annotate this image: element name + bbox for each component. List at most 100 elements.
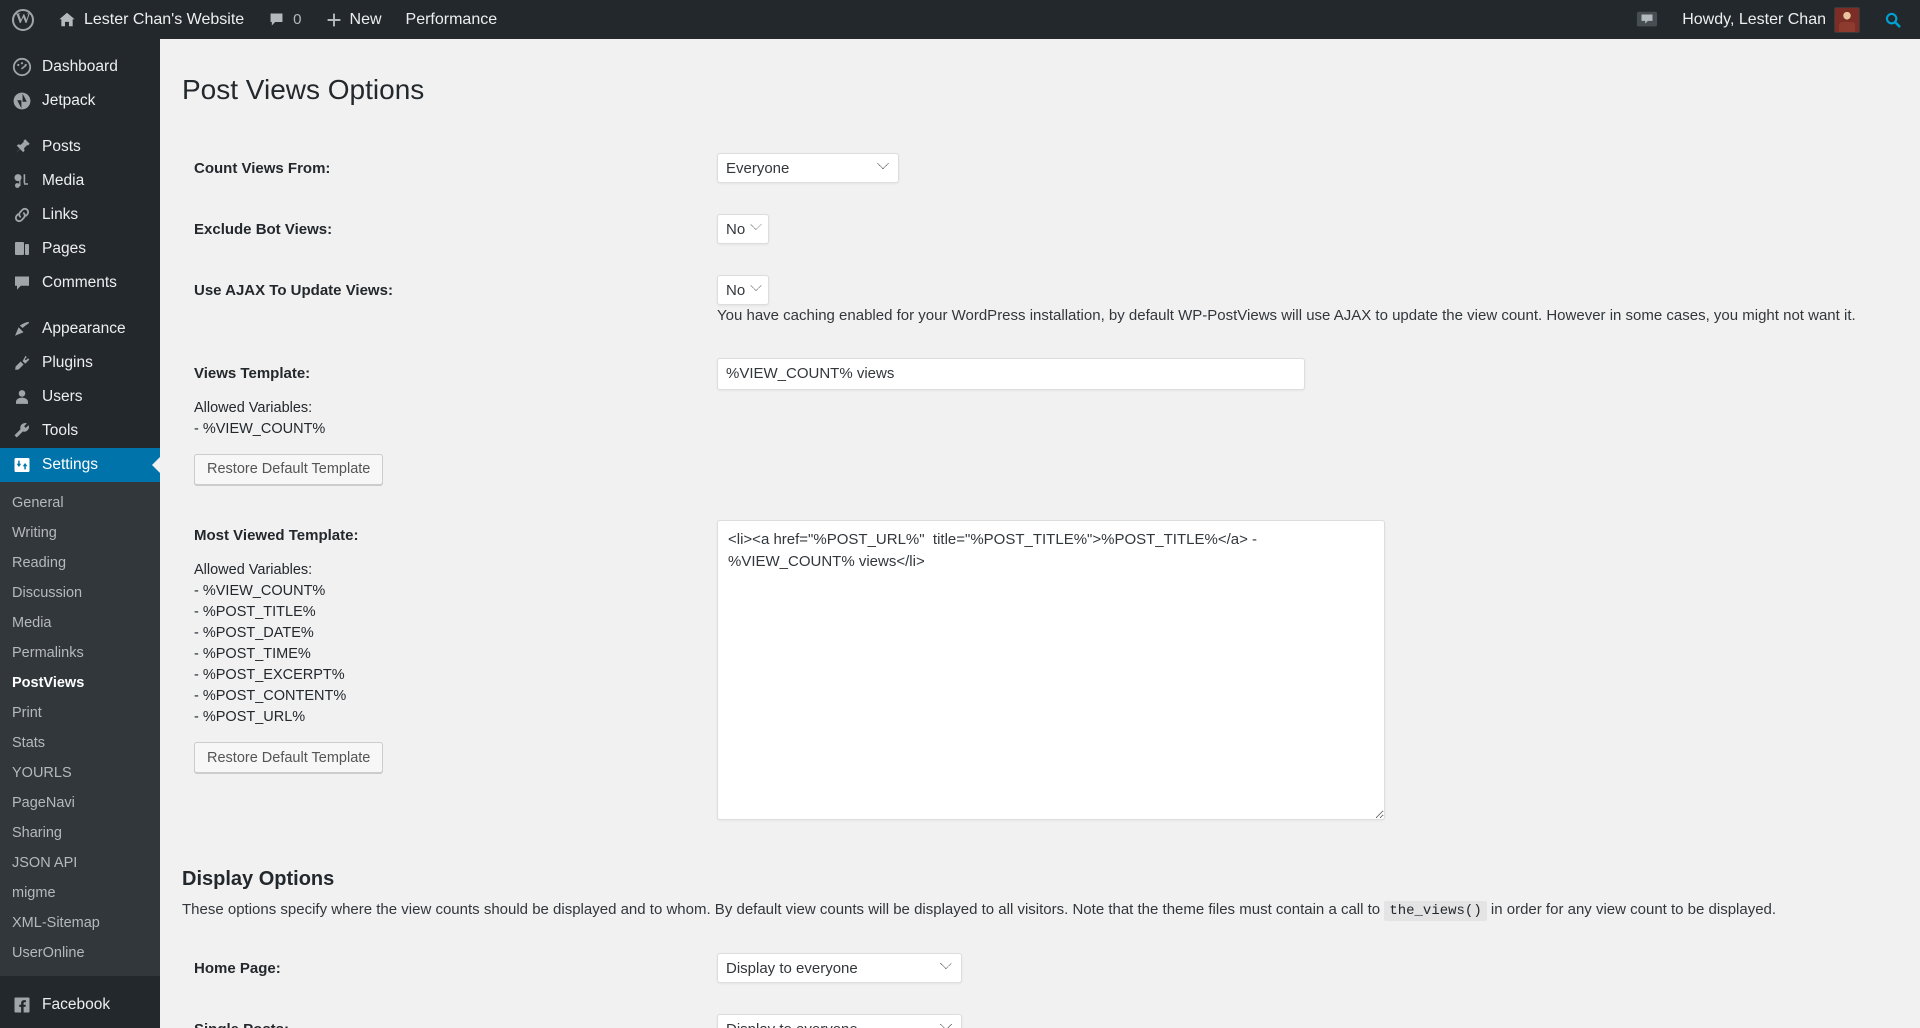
post-views-options-table: Count Views From: Everyone Exclude Bot V…: [182, 138, 1900, 842]
wp-logo-menu[interactable]: W: [0, 0, 46, 39]
sidebar-item-tools[interactable]: Tools: [0, 414, 160, 448]
submenu-item-migme[interactable]: migme: [0, 878, 160, 908]
most-viewed-allowed-title: Allowed Variables:: [194, 561, 313, 578]
sidebar-item-label: Appearance: [42, 320, 126, 337]
submenu-item-postviews[interactable]: PostViews: [0, 668, 160, 698]
wrench-icon: [12, 421, 32, 441]
submenu-item-general[interactable]: General: [0, 488, 160, 518]
submenu-item-reading[interactable]: Reading: [0, 548, 160, 578]
sidebar-item-links[interactable]: Links: [0, 198, 160, 232]
pages-icon: [12, 239, 32, 259]
pin-icon: [12, 137, 32, 157]
sidebar-item-label: Media: [42, 172, 85, 189]
field-views-template: [707, 343, 1900, 505]
submenu-item-stats[interactable]: Stats: [0, 728, 160, 758]
submenu-item-useronline[interactable]: UserOnline: [0, 938, 160, 968]
use-ajax-help-text: You have caching enabled for your WordPr…: [717, 307, 1856, 325]
appearance-brush-icon: [12, 319, 32, 339]
user-icon: [12, 387, 32, 407]
home-page-select[interactable]: Display to everyone: [717, 953, 962, 984]
screen-bubble-icon: [1636, 10, 1658, 30]
comments-count: 0: [293, 11, 302, 28]
admin-bar: W Lester Chan's Website 0 New Performanc…: [0, 0, 1920, 39]
the-views-code: the_views(): [1384, 901, 1487, 922]
most-viewed-var: - %POST_DATE%: [194, 624, 314, 641]
submenu-item-xml-sitemap[interactable]: XML-Sitemap: [0, 908, 160, 938]
count-views-from-select[interactable]: Everyone: [717, 153, 899, 184]
site-name-label: Lester Chan's Website: [84, 10, 245, 28]
new-label: New: [349, 10, 382, 28]
label-single-posts: Single Posts:: [182, 999, 707, 1028]
row-home-page: Home Page: Display to everyone: [182, 938, 1900, 999]
sidebar-item-label: Jetpack: [42, 92, 96, 109]
new-content-menu[interactable]: New: [314, 0, 394, 39]
menu-divider: [0, 1022, 160, 1028]
sidebar-item-label: Comments: [42, 274, 117, 291]
my-account-menu[interactable]: Howdy, Lester Chan: [1670, 0, 1872, 39]
sidebar-item-label: Posts: [42, 138, 81, 155]
performance-label: Performance: [405, 10, 498, 28]
search-button[interactable]: [1872, 0, 1920, 39]
use-ajax-select[interactable]: No: [717, 275, 769, 306]
sidebar-item-users[interactable]: Users: [0, 380, 160, 414]
field-single-posts: Display to everyone: [707, 999, 1900, 1028]
sidebar-item-comments[interactable]: Comments: [0, 266, 160, 300]
page-title: Post Views Options: [182, 74, 425, 105]
restore-views-template-button[interactable]: Restore Default Template: [194, 453, 384, 485]
submenu-item-sharing[interactable]: Sharing: [0, 818, 160, 848]
exclude-bot-views-select[interactable]: No: [717, 214, 769, 245]
submenu-item-permalinks[interactable]: Permalinks: [0, 638, 160, 668]
submenu-item-media[interactable]: Media: [0, 608, 160, 638]
sidebar-item-settings[interactable]: Settings: [0, 448, 160, 482]
sidebar-item-label: Pages: [42, 240, 86, 257]
wordpress-logo-icon: W: [12, 8, 34, 31]
admin-content-area: Post Views Options Count Views From: Eve…: [160, 39, 1920, 1028]
avatar: [1834, 6, 1860, 33]
views-template-title: Views Template:: [194, 364, 311, 382]
media-icon: [12, 171, 32, 191]
settings-wrap: Post Views Options Count Views From: Eve…: [160, 39, 1920, 1028]
sidebar-item-label: Dashboard: [42, 58, 118, 75]
performance-menu[interactable]: Performance: [394, 0, 510, 39]
most-viewed-var: - %POST_TITLE%: [194, 603, 316, 620]
sidebar-item-facebook[interactable]: Facebook: [0, 988, 160, 1022]
submenu-item-writing[interactable]: Writing: [0, 518, 160, 548]
single-posts-select[interactable]: Display to everyone: [717, 1014, 962, 1028]
link-icon: [12, 205, 32, 225]
row-use-ajax: Use AJAX To Update Views: No You have ca…: [182, 260, 1900, 343]
settings-submenu: General Writing Reading Discussion Media…: [0, 482, 160, 976]
sidebar-item-plugins[interactable]: Plugins: [0, 346, 160, 380]
most-viewed-var: - %POST_URL%: [194, 709, 306, 726]
submenu-item-discussion[interactable]: Discussion: [0, 578, 160, 608]
dashboard-icon: [12, 57, 32, 77]
submenu-item-print[interactable]: Print: [0, 698, 160, 728]
sidebar-item-dashboard[interactable]: Dashboard: [0, 50, 160, 84]
sidebar-item-appearance[interactable]: Appearance: [0, 312, 160, 346]
submenu-item-pagenavi[interactable]: PageNavi: [0, 788, 160, 818]
views-template-input[interactable]: [717, 357, 1305, 390]
comments-menu[interactable]: 0: [256, 0, 313, 39]
submenu-item-yourls[interactable]: YOURLS: [0, 758, 160, 788]
jetpack-icon: [12, 91, 32, 111]
sidebar-item-label: Facebook: [42, 996, 111, 1013]
sidebar-item-label: Tools: [42, 422, 79, 439]
submenu-item-json-api[interactable]: JSON API: [0, 848, 160, 878]
sidebar-item-posts[interactable]: Posts: [0, 130, 160, 164]
notifications-menu[interactable]: [1624, 0, 1670, 39]
sidebar-item-label: Plugins: [42, 354, 93, 371]
sidebar-item-jetpack[interactable]: Jetpack: [0, 84, 160, 118]
menu-top-gap: [0, 39, 160, 50]
site-name-menu[interactable]: Lester Chan's Website: [46, 0, 256, 39]
plugin-icon: [12, 353, 32, 373]
row-views-template: Views Template: Allowed Variables: - %VI…: [182, 343, 1900, 505]
facebook-icon: [12, 995, 32, 1015]
sidebar-item-media[interactable]: Media: [0, 164, 160, 198]
most-viewed-template-textarea[interactable]: <li><a href="%POST_URL%" title="%POST_TI…: [717, 519, 1385, 820]
restore-most-viewed-template-button[interactable]: Restore Default Template: [194, 742, 384, 774]
field-use-ajax: No You have caching enabled for your Wor…: [707, 260, 1900, 343]
most-viewed-var: - %POST_TIME%: [194, 645, 311, 662]
sidebar-item-pages[interactable]: Pages: [0, 232, 160, 266]
